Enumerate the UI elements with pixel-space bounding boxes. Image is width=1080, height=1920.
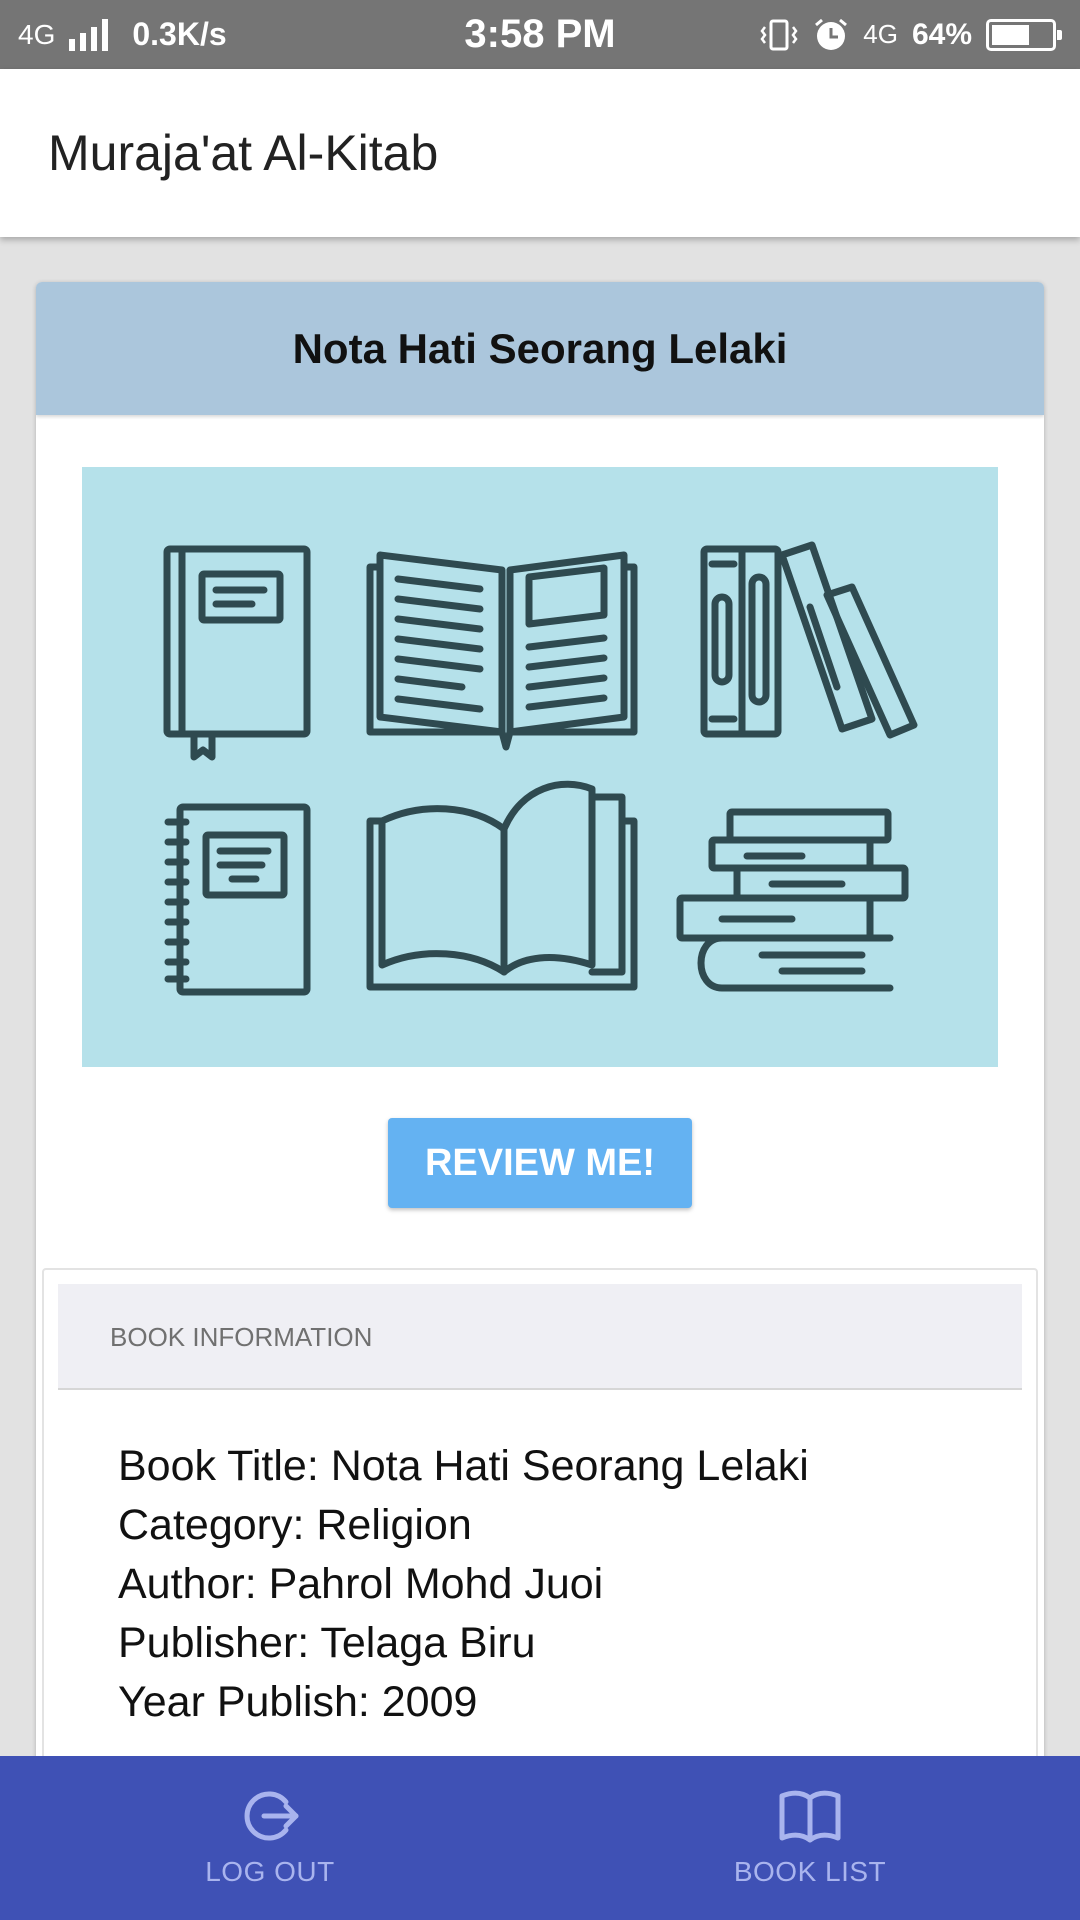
spiral-notebook-icon	[164, 803, 311, 996]
nav-book-list-label: BOOK LIST	[733, 1856, 887, 1887]
nav-book-list[interactable]: BOOK LIST	[660, 1756, 960, 1920]
publisher-field: Publisher: Telaga Biru	[118, 1619, 536, 1667]
open-book-icon	[366, 780, 638, 991]
book-information-panel: BOOK INFORMATION Book Title: Nota Hati S…	[42, 1268, 1038, 1802]
nav-log-out[interactable]: LOG OUT	[120, 1756, 420, 1920]
signal-icon	[69, 18, 109, 51]
battery-icon	[986, 18, 1062, 51]
vibrate-icon	[760, 19, 798, 50]
book-open-icon	[779, 1790, 841, 1843]
logout-icon	[244, 1791, 299, 1841]
nav-log-out-label: LOG OUT	[205, 1856, 335, 1887]
author-field: Author: Pahrol Mohd Juoi	[118, 1560, 604, 1608]
category-field: Category: Religion	[118, 1501, 472, 1549]
status-left: 4G 0.3K/s	[18, 0, 227, 69]
network-type-secondary: 4G	[863, 19, 898, 49]
books-illustration	[82, 467, 998, 1067]
book-card-header: Nota Hati Seorang Lelaki	[36, 282, 1044, 415]
open-book-text-icon	[366, 551, 638, 751]
battery-percent: 64%	[911, 17, 972, 51]
book-card: Nota Hati Seorang Lelaki REVIEW ME! BOOK…	[36, 282, 1044, 1802]
app-title: Muraja'at Al-Kitab	[48, 125, 439, 181]
battery-fill	[992, 24, 1030, 45]
closed-book-icon	[163, 545, 311, 761]
alarm-icon	[815, 18, 848, 50]
book-information-header: BOOK INFORMATION	[58, 1284, 1022, 1390]
book-information-label: BOOK INFORMATION	[110, 1322, 373, 1352]
bottom-navigation: LOG OUT BOOK LIST	[0, 1756, 1080, 1920]
review-me-button[interactable]: REVIEW ME!	[388, 1118, 692, 1208]
year-publish-field: Year Publish: 2009	[118, 1678, 478, 1726]
book-information-details: Book Title: Nota Hati Seorang Lelaki Cat…	[118, 1437, 809, 1732]
app-bar: Muraja'at Al-Kitab	[0, 69, 1080, 237]
books-shelf-icon	[700, 541, 918, 739]
status-bar: 4G 0.3K/s 3:58 PM 4G 64%	[0, 0, 1080, 69]
status-right: 4G 64%	[759, 0, 1062, 69]
book-title-field: Book Title: Nota Hati Seorang Lelaki	[118, 1442, 809, 1490]
network-type: 4G	[18, 18, 56, 50]
network-speed: 0.3K/s	[132, 16, 227, 52]
book-stack-icon	[676, 808, 909, 992]
book-title-heading: Nota Hati Seorang Lelaki	[292, 324, 788, 372]
